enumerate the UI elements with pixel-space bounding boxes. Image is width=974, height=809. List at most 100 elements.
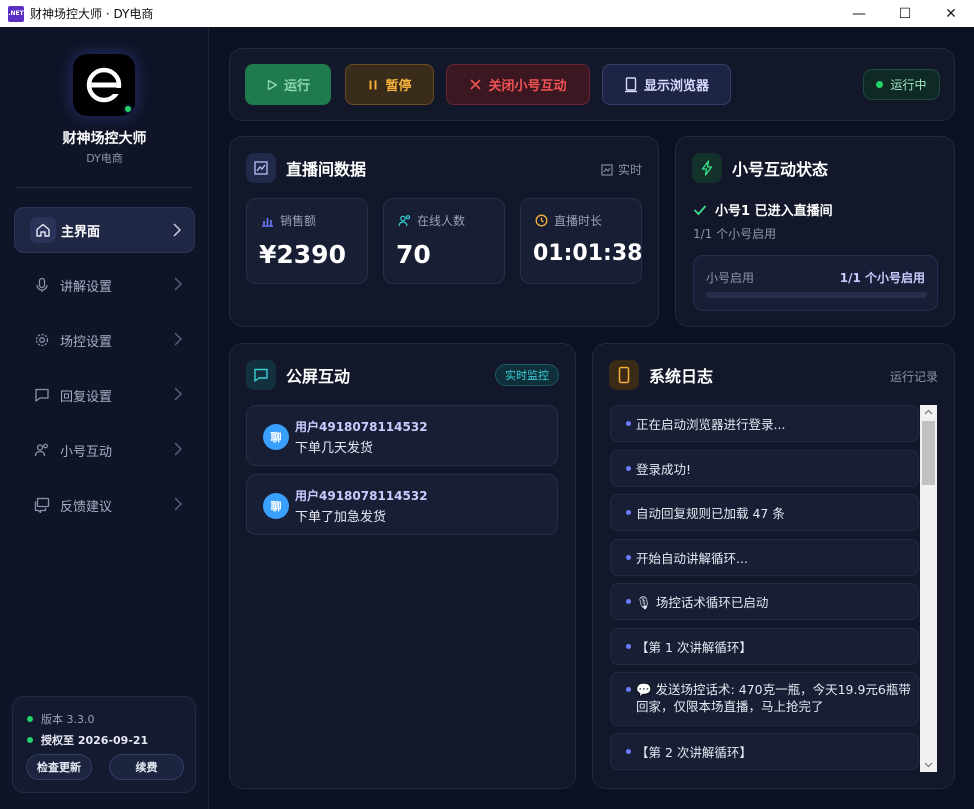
bullet [626, 687, 631, 692]
chat-username: 用户4918078114532 [295, 489, 428, 503]
sidebar-item-label: 反馈建议 [60, 499, 113, 515]
e-logo-icon [86, 67, 123, 103]
sidebar-item-explain[interactable]: 讲解设置 [14, 262, 195, 308]
title-bar: .NET 财神场控大师 · DY电商 — ☐ ✕ [0, 0, 974, 27]
online-dot [123, 104, 133, 114]
run-label: 运行 [283, 79, 310, 94]
status-dot [27, 716, 33, 722]
log-entry: 开始自动讲解循环... [610, 539, 919, 576]
alt-status-title: 小号互动状态 [732, 160, 829, 179]
browser-icon [624, 76, 637, 92]
close-alt-button[interactable]: 关闭小号互动 [446, 64, 590, 105]
log-text: 【第 1 次讲解循环】 [636, 640, 752, 655]
chat-username: 用户4918078114532 [295, 420, 428, 434]
lightning-icon [692, 153, 722, 183]
sales-label: 销售额 [280, 214, 317, 228]
log-entry: 正在启动浏览器进行登录... [610, 405, 919, 442]
chevron-right-icon [173, 223, 182, 237]
alt-enabled-text: 1/1 个小号启用 [693, 227, 777, 241]
home-icon [30, 217, 56, 243]
renew-button[interactable]: 续费 [109, 754, 184, 780]
bar-chart-icon [262, 218, 273, 227]
sidebar-item-label: 场控设置 [60, 334, 113, 350]
chart-icon [246, 153, 276, 183]
system-log-title: 系统日志 [649, 367, 714, 386]
chat-text: 下单了加急发货 [295, 510, 387, 525]
chat-message: 聊 用户4918078114532 下单几天发货 [246, 405, 558, 466]
alt-progress-label: 小号启用 [706, 271, 755, 285]
pause-button[interactable]: 暂停 [345, 64, 434, 105]
avatar: 聊 [263, 493, 289, 519]
play-icon [267, 79, 278, 90]
log-text: 🎙 场控话术循环已启动 [636, 595, 769, 610]
avatar: 聊 [263, 424, 289, 450]
bullet [626, 599, 631, 604]
check-update-button[interactable]: 检查更新 [26, 754, 92, 780]
realtime-text: 实时 [617, 163, 642, 177]
feedback-icon [29, 492, 55, 518]
sidebar-item-control[interactable]: 场控设置 [14, 317, 195, 363]
sidebar: 财神场控大师 DY电商 主界面 讲解设置 场控设置 回复设置 小号互动 反馈建议… [0, 27, 209, 809]
chevron-right-icon [174, 497, 183, 511]
system-log-card: 系统日志 运行记录 正在启动浏览器进行登录... 登录成功! 自动回复规则已加载… [592, 343, 955, 789]
sidebar-item-main[interactable]: 主界面 [14, 207, 195, 253]
show-browser-button[interactable]: 显示浏览器 [602, 64, 731, 105]
alt-progress-track [706, 292, 927, 298]
alt-progress-fill [706, 292, 927, 298]
bullet [626, 510, 631, 515]
alt-status-line: 小号1 已进入直播间 [693, 200, 833, 219]
log-text: 自动回复规则已加载 47 条 [636, 506, 785, 521]
minimize-button[interactable]: — [836, 0, 882, 27]
realtime-label: 实时 [601, 161, 642, 178]
bullet [626, 749, 631, 754]
online-value: 70 [396, 240, 431, 269]
bullet [626, 421, 631, 426]
sidebar-item-label: 小号互动 [60, 444, 113, 460]
sidebar-item-reply[interactable]: 回复设置 [14, 372, 195, 418]
chevron-right-icon [174, 277, 183, 291]
public-chat-card: 公屏互动 实时监控 聊 用户4918078114532 下单几天发货 聊 用户4… [229, 343, 576, 789]
status-dot [876, 81, 884, 88]
scroll-up-icon[interactable] [924, 409, 933, 415]
gear-icon [29, 327, 55, 353]
clock-icon [535, 214, 548, 227]
status-badge: 运行中 [863, 69, 940, 100]
brand-subtitle: DY电商 [86, 152, 123, 165]
log-text: 登录成功! [636, 462, 692, 477]
sidebar-item-label: 主界面 [61, 224, 101, 240]
log-entry: 🎙 场控话术循环已启动 [610, 583, 919, 620]
sidebar-item-alt[interactable]: 小号互动 [14, 427, 195, 473]
pause-label: 暂停 [385, 79, 412, 94]
log-text: 开始自动讲解循环... [636, 551, 748, 566]
chevron-right-icon [174, 332, 183, 346]
bullet [626, 555, 631, 560]
scroll-down-icon[interactable] [924, 762, 933, 768]
chat-text: 下单几天发货 [295, 441, 374, 456]
app-logo [73, 54, 135, 116]
pause-icon [369, 80, 377, 89]
maximize-button[interactable]: ☐ [882, 0, 928, 27]
sales-stat: 销售额 ¥2390 [246, 198, 368, 284]
chart-small-icon [601, 163, 613, 176]
sales-value: ¥2390 [259, 240, 346, 269]
microphone-icon [29, 272, 55, 298]
close-icon [470, 79, 482, 90]
scrollbar-thumb[interactable] [922, 421, 935, 485]
alt-status-text: 小号1 已进入直播间 [715, 204, 833, 219]
check-icon [693, 204, 707, 215]
alt-progress-box: 小号启用 1/1 个小号启用 [693, 255, 938, 311]
brand-name: 财神场控大师 [62, 131, 147, 147]
phone-icon [609, 360, 639, 390]
sidebar-item-label: 回复设置 [60, 389, 113, 405]
log-scrollbar[interactable] [920, 405, 937, 772]
bullet [626, 466, 631, 471]
log-entry: 💬 发送场控话术: 470克一瓶，今天19.9元6瓶带回家，仅限本场直播，马上抢… [610, 672, 919, 726]
close-alt-label: 关闭小号互动 [488, 79, 567, 94]
public-chat-title: 公屏互动 [286, 367, 351, 386]
run-button[interactable]: 运行 [245, 64, 331, 105]
close-window-button[interactable]: ✕ [928, 0, 974, 27]
run-record-link[interactable]: 运行记录 [890, 368, 938, 385]
log-text: 正在启动浏览器进行登录... [636, 417, 786, 432]
sidebar-item-feedback[interactable]: 反馈建议 [14, 482, 195, 528]
license-row: 授权至 2026-09-21 [27, 732, 148, 748]
